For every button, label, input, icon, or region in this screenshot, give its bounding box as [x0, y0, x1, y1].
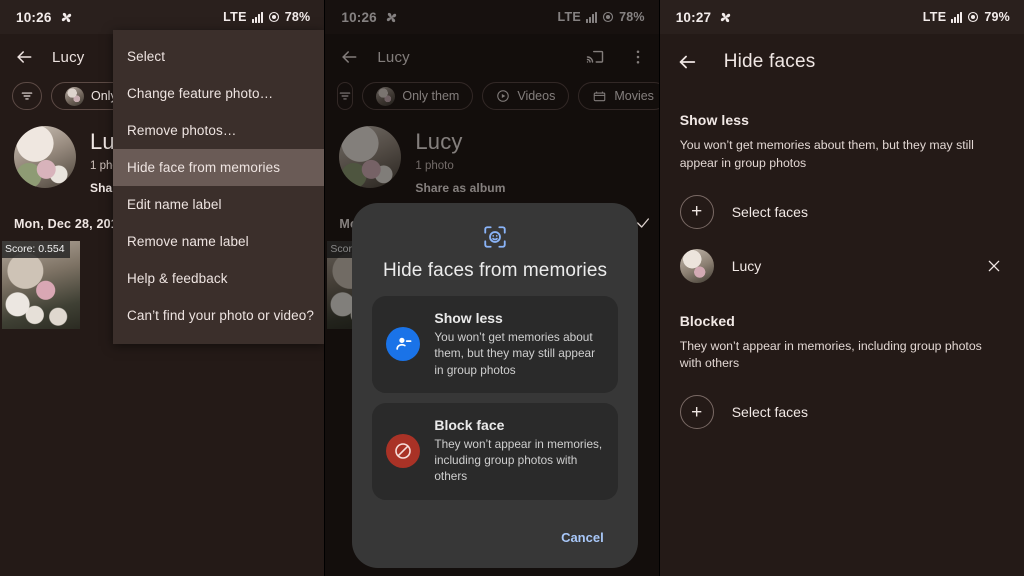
fan-icon: [719, 11, 732, 24]
status-bar-left: 10:27: [676, 10, 733, 25]
alarm-icon: [967, 11, 979, 23]
app-bar-3: Hide faces: [660, 34, 1024, 90]
phone-screen-3: 10:27 LTE 79% Hide faces Show less You w…: [659, 0, 1024, 576]
person-minus-icon: [386, 326, 421, 361]
select-faces-label: Select faces: [731, 404, 808, 421]
face-row-lucy: Lucy: [660, 229, 1024, 283]
close-icon[interactable]: [982, 254, 1006, 278]
menu-item-help-feedback[interactable]: Help & feedback: [113, 260, 324, 297]
option-show-less-text: Show less You won’t get memories about t…: [434, 310, 603, 378]
screenshot-root: 10:26 LTE 78% Lucy Only 1 photo Share Mo…: [0, 0, 1024, 576]
option-title: Block face: [434, 416, 505, 433]
person-avatar-icon: [679, 248, 714, 283]
section-description: You won’t get memories about them, but t…: [679, 138, 974, 170]
network-type-label: LTE: [223, 10, 247, 24]
section-show-less: Show less You won’t get memories about t…: [660, 90, 1024, 283]
page-title: Hide faces: [723, 51, 816, 72]
dialog-title: Hide faces from memories: [382, 260, 608, 281]
menu-item-cant-find-photo[interactable]: Can’t find your photo or video?: [113, 297, 324, 334]
select-faces-row-blocked[interactable]: + Select faces: [660, 373, 1024, 430]
option-title: Show less: [434, 310, 503, 326]
status-time: 10:27: [675, 9, 712, 25]
overflow-menu: Select Change feature photo… Remove phot…: [113, 30, 325, 344]
option-description: You won’t get memories about them, but t…: [434, 330, 596, 377]
battery-percent: 78%: [284, 10, 311, 24]
plus-icon: +: [679, 395, 714, 430]
face-name: Lucy: [731, 257, 762, 274]
fan-icon: [60, 11, 73, 24]
person-avatar-icon: [65, 86, 84, 106]
page-title: Lucy: [52, 48, 85, 66]
status-bar-left: 10:26: [16, 10, 73, 25]
phone-screen-1: 10:26 LTE 78% Lucy Only 1 photo Share Mo…: [0, 0, 325, 576]
network-type-label: LTE: [922, 10, 947, 24]
alarm-icon: [268, 11, 280, 23]
section-description: They won’t appear in memories, including…: [679, 338, 982, 371]
avatar: [14, 126, 76, 188]
filter-icon: [20, 89, 34, 103]
select-faces-label: Select faces: [731, 203, 808, 220]
back-arrow-icon[interactable]: [676, 51, 698, 73]
cancel-button[interactable]: Cancel: [551, 522, 614, 553]
menu-item-change-feature-photo[interactable]: Change feature photo…: [113, 75, 324, 112]
menu-item-hide-face-from-memories[interactable]: Hide face from memories: [113, 149, 325, 186]
section-heading: Blocked: [679, 312, 735, 329]
signal-bars-icon: [251, 11, 263, 23]
score-badge: Score: 0.554: [2, 241, 70, 258]
phone-screen-2: 10:26 LTE 78% Lucy Only them Videos Movi…: [325, 0, 659, 576]
section-heading: Show less: [679, 112, 750, 128]
plus-icon: +: [679, 194, 714, 229]
menu-item-select[interactable]: Select: [113, 38, 324, 75]
filter-icon-chip[interactable]: [12, 82, 42, 110]
face-scan-icon: [482, 224, 508, 250]
dialog-actions: Cancel: [372, 510, 617, 553]
option-block-face[interactable]: Block face They won’t appear in memories…: [372, 402, 618, 500]
hide-faces-dialog: Hide faces from memories Show less You w…: [352, 203, 638, 568]
section-blocked: Blocked They won’t appear in memories, i…: [660, 291, 1024, 430]
status-time: 10:26: [16, 9, 52, 25]
dialog-icon-wrap: [372, 224, 617, 250]
status-bar-1: 10:26 LTE 78%: [0, 0, 325, 34]
option-description: They won’t appear in memories, including…: [434, 436, 603, 484]
battery-percent: 79%: [984, 10, 1010, 24]
menu-item-edit-name-label[interactable]: Edit name label: [113, 186, 324, 223]
status-bar-3: 10:27 LTE 79%: [659, 0, 1024, 34]
back-arrow-icon[interactable]: [14, 47, 34, 67]
menu-item-remove-photos[interactable]: Remove photos…: [113, 112, 324, 149]
option-show-less[interactable]: Show less You won’t get memories about t…: [372, 296, 618, 393]
photo-thumbnail[interactable]: Score: 0.554: [2, 241, 80, 329]
option-block-face-text: Block face They won’t appear in memories…: [434, 417, 603, 485]
select-faces-row-show-less[interactable]: + Select faces: [660, 173, 1024, 229]
status-bar-right: LTE 79%: [923, 10, 1010, 24]
signal-bars-icon: [951, 11, 963, 23]
status-bar-right: LTE 78%: [223, 10, 310, 24]
menu-item-remove-name-label[interactable]: Remove name label: [113, 223, 324, 260]
block-icon: [386, 433, 421, 468]
